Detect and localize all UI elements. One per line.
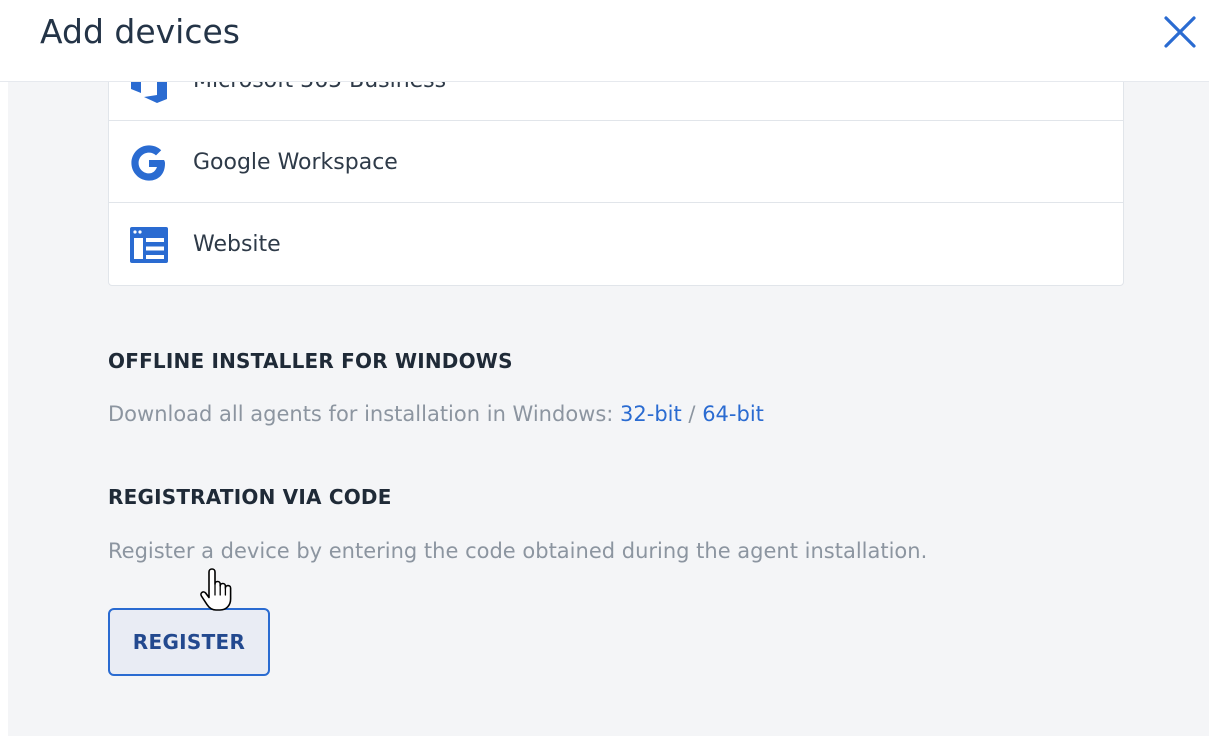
dialog-header: Add devices xyxy=(0,0,1209,82)
device-label: Google Workspace xyxy=(193,150,398,175)
dialog-content: Microsoft 365 Business Google Workspace xyxy=(8,82,1209,736)
offline-installer-text: Download all agents for installation in … xyxy=(108,400,764,428)
device-item-microsoft-365[interactable]: Microsoft 365 Business xyxy=(109,82,1123,121)
link-separator: / xyxy=(681,402,703,426)
offline-installer-description: Download all agents for installation in … xyxy=(108,402,621,426)
device-label: Microsoft 365 Business xyxy=(193,82,446,95)
device-type-list: Microsoft 365 Business Google Workspace xyxy=(108,82,1124,286)
offline-installer-title: OFFLINE INSTALLER FOR WINDOWS xyxy=(108,349,513,373)
registration-title: REGISTRATION VIA CODE xyxy=(108,485,392,509)
hand-pointer-cursor-icon xyxy=(198,568,234,612)
close-icon xyxy=(1164,16,1196,48)
download-64-bit-link[interactable]: 64-bit xyxy=(702,402,764,426)
register-button[interactable]: REGISTER xyxy=(108,608,270,676)
download-32-bit-link[interactable]: 32-bit xyxy=(620,402,682,426)
device-item-website[interactable]: Website xyxy=(109,203,1123,285)
registration-text: Register a device by entering the code o… xyxy=(108,539,928,563)
microsoft-365-icon xyxy=(127,82,171,103)
website-icon xyxy=(127,223,171,267)
device-label: Website xyxy=(193,232,281,257)
device-item-google-workspace[interactable]: Google Workspace xyxy=(109,121,1123,203)
close-button[interactable] xyxy=(1160,12,1200,52)
google-g-icon xyxy=(127,141,171,185)
dialog-title: Add devices xyxy=(40,12,240,51)
